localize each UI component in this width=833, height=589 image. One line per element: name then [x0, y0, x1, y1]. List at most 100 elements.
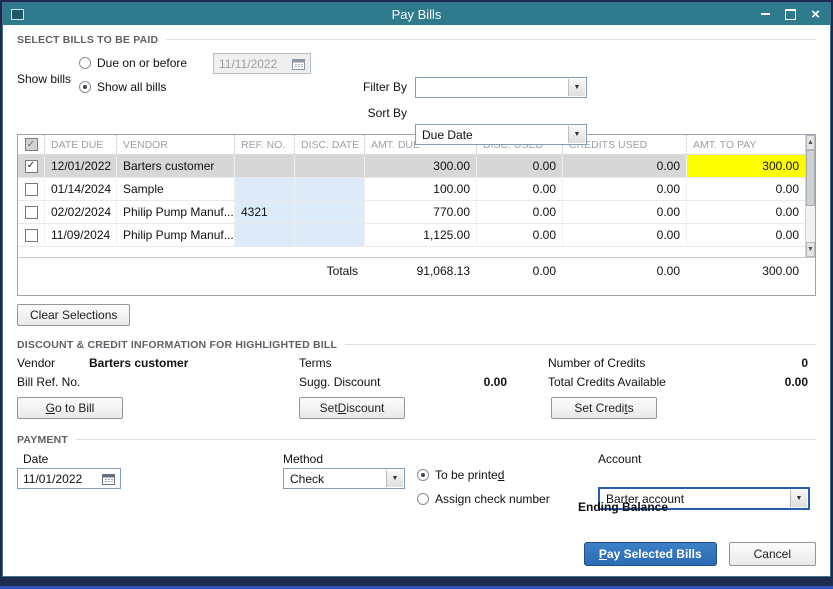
- show-all-bills-radio[interactable]: Show all bills: [79, 80, 166, 94]
- scroll-up-icon[interactable]: ▲: [806, 135, 815, 150]
- cell-date-due[interactable]: 02/02/2024: [44, 201, 116, 224]
- cell-disc-date[interactable]: [294, 224, 364, 247]
- col-header-ref-no[interactable]: REF. NO.: [234, 135, 294, 154]
- cell-disc-date[interactable]: [294, 178, 364, 201]
- total-credits-used: 0.00: [562, 258, 686, 283]
- row-checkbox[interactable]: [25, 183, 38, 196]
- cell-vendor[interactable]: Philip Pump Manuf...: [116, 201, 234, 224]
- cell-disc-date[interactable]: [294, 201, 364, 224]
- vertical-scrollbar[interactable]: ▲ ▼: [805, 135, 815, 257]
- cell-ref-no[interactable]: 4321: [234, 201, 294, 224]
- radio-icon[interactable]: [79, 57, 91, 69]
- col-header-vendor[interactable]: VENDOR: [116, 135, 234, 154]
- cell-vendor[interactable]: Philip Pump Manuf...: [116, 224, 234, 247]
- radio-icon[interactable]: [417, 469, 429, 481]
- cell-amt-due[interactable]: 100.00: [364, 178, 476, 201]
- payment-area: Date 11/01/2022 Method Check ▼ To be pri…: [17, 452, 816, 528]
- due-date-value: 11/11/2022: [219, 57, 277, 71]
- cell-amt-due[interactable]: 1,125.00: [364, 224, 476, 247]
- cell-vendor[interactable]: Barters customer: [116, 155, 234, 178]
- cell-disc-used[interactable]: 0.00: [476, 224, 562, 247]
- table-row[interactable]: 01/14/2024Sample100.000.000.000.00: [18, 178, 805, 201]
- cell-credits-used[interactable]: 0.00: [562, 178, 686, 201]
- chevron-down-icon[interactable]: ▼: [790, 490, 807, 507]
- sugg-discount-label: Sugg. Discount: [299, 375, 380, 389]
- select-all-checkbox[interactable]: ✓: [25, 138, 38, 151]
- cell-amt-to-pay[interactable]: 300.00: [686, 155, 805, 178]
- cell-amt-due[interactable]: 300.00: [364, 155, 476, 178]
- col-header-disc-date[interactable]: DISC. DATE: [294, 135, 364, 154]
- cell-disc-date[interactable]: [294, 155, 364, 178]
- scroll-track[interactable]: [806, 206, 815, 242]
- row-checkbox[interactable]: [25, 229, 38, 242]
- payment-section-header: PAYMENT: [17, 433, 816, 446]
- cell-amt-due[interactable]: 770.00: [364, 201, 476, 224]
- sort-by-dropdown[interactable]: Due Date ▼: [415, 124, 587, 145]
- select-all-column-header[interactable]: ✓: [18, 135, 44, 154]
- cell-ref-no[interactable]: [234, 224, 294, 247]
- to-be-printed-label: To be printed: [435, 468, 504, 482]
- cell-date-due[interactable]: 11/09/2024: [44, 224, 116, 247]
- row-checkbox[interactable]: [25, 206, 38, 219]
- cell-disc-used[interactable]: 0.00: [476, 201, 562, 224]
- payment-date-field[interactable]: 11/01/2022: [17, 468, 121, 489]
- row-checkbox[interactable]: ✓: [25, 160, 38, 173]
- assign-check-number-label: Assign check number: [435, 492, 550, 506]
- cancel-button[interactable]: Cancel: [729, 542, 816, 566]
- table-filler: [18, 247, 805, 257]
- set-discount-button[interactable]: Set Discount: [299, 397, 405, 419]
- cell-disc-used[interactable]: 0.00: [476, 155, 562, 178]
- cell-ref-no[interactable]: [234, 155, 294, 178]
- cell-credits-used[interactable]: 0.00: [562, 224, 686, 247]
- minimize-icon[interactable]: [759, 8, 772, 21]
- bills-table-body: ✓12/01/2022Barters customer300.000.000.0…: [18, 155, 805, 247]
- cell-amt-to-pay[interactable]: 0.00: [686, 224, 805, 247]
- vendor-label: Vendor: [17, 356, 55, 370]
- table-row[interactable]: ✓12/01/2022Barters customer300.000.000.0…: [18, 155, 805, 178]
- chevron-down-icon[interactable]: ▼: [568, 126, 585, 143]
- table-header-row: ✓ DATE DUE VENDOR REF. NO. DISC. DATE AM…: [18, 135, 805, 155]
- account-label: Account: [598, 452, 641, 466]
- show-bills-label: Show bills: [17, 72, 71, 86]
- cell-amt-to-pay[interactable]: 0.00: [686, 178, 805, 201]
- due-on-or-before-radio[interactable]: Due on or before: [79, 56, 187, 70]
- cell-date-due[interactable]: 01/14/2024: [44, 178, 116, 201]
- window-icon[interactable]: [11, 9, 24, 20]
- close-icon[interactable]: ×: [809, 8, 822, 21]
- col-header-amt-to-pay[interactable]: AMT. TO PAY: [686, 135, 805, 154]
- radio-icon[interactable]: [79, 81, 91, 93]
- discount-credit-area: Vendor Barters customer Terms Number of …: [17, 355, 816, 421]
- scroll-thumb[interactable]: [806, 150, 815, 206]
- select-bills-section-title: SELECT BILLS TO BE PAID: [17, 34, 158, 46]
- pay-selected-bills-button[interactable]: Pay Selected Bills: [584, 542, 717, 566]
- col-header-date-due[interactable]: DATE DUE: [44, 135, 116, 154]
- set-credits-button[interactable]: Set Credits: [551, 397, 657, 419]
- calendar-icon[interactable]: [102, 473, 115, 485]
- to-be-printed-radio[interactable]: To be printed: [417, 468, 504, 482]
- sort-by-value: Due Date: [422, 128, 473, 142]
- window-controls: ×: [759, 8, 822, 21]
- clear-selections-button[interactable]: Clear Selections: [17, 304, 130, 326]
- scroll-down-icon[interactable]: ▼: [806, 242, 815, 257]
- cell-disc-used[interactable]: 0.00: [476, 178, 562, 201]
- radio-icon[interactable]: [417, 493, 429, 505]
- chevron-down-icon[interactable]: ▼: [568, 79, 585, 96]
- go-to-bill-button[interactable]: Go to Bill: [17, 397, 123, 419]
- table-row[interactable]: 02/02/2024Philip Pump Manuf...4321 770.00…: [18, 201, 805, 224]
- cell-credits-used[interactable]: 0.00: [562, 155, 686, 178]
- vendor-value: Barters customer: [89, 356, 188, 370]
- cell-date-due[interactable]: 12/01/2022: [44, 155, 116, 178]
- chevron-down-icon[interactable]: ▼: [386, 470, 403, 487]
- table-row[interactable]: 11/09/2024Philip Pump Manuf...1,125.000.…: [18, 224, 805, 247]
- cell-ref-no[interactable]: [234, 178, 294, 201]
- discount-credit-section-header: DISCOUNT & CREDIT INFORMATION FOR HIGHLI…: [17, 338, 816, 351]
- filter-by-dropdown[interactable]: ▼: [415, 77, 587, 98]
- select-bills-section-header: SELECT BILLS TO BE PAID: [17, 33, 816, 46]
- terms-label: Terms: [299, 356, 332, 370]
- assign-check-number-radio[interactable]: Assign check number: [417, 492, 550, 506]
- cell-vendor[interactable]: Sample: [116, 178, 234, 201]
- cell-credits-used[interactable]: 0.00: [562, 201, 686, 224]
- maximize-icon[interactable]: [784, 8, 797, 21]
- cell-amt-to-pay[interactable]: 0.00: [686, 201, 805, 224]
- payment-method-dropdown[interactable]: Check ▼: [283, 468, 405, 489]
